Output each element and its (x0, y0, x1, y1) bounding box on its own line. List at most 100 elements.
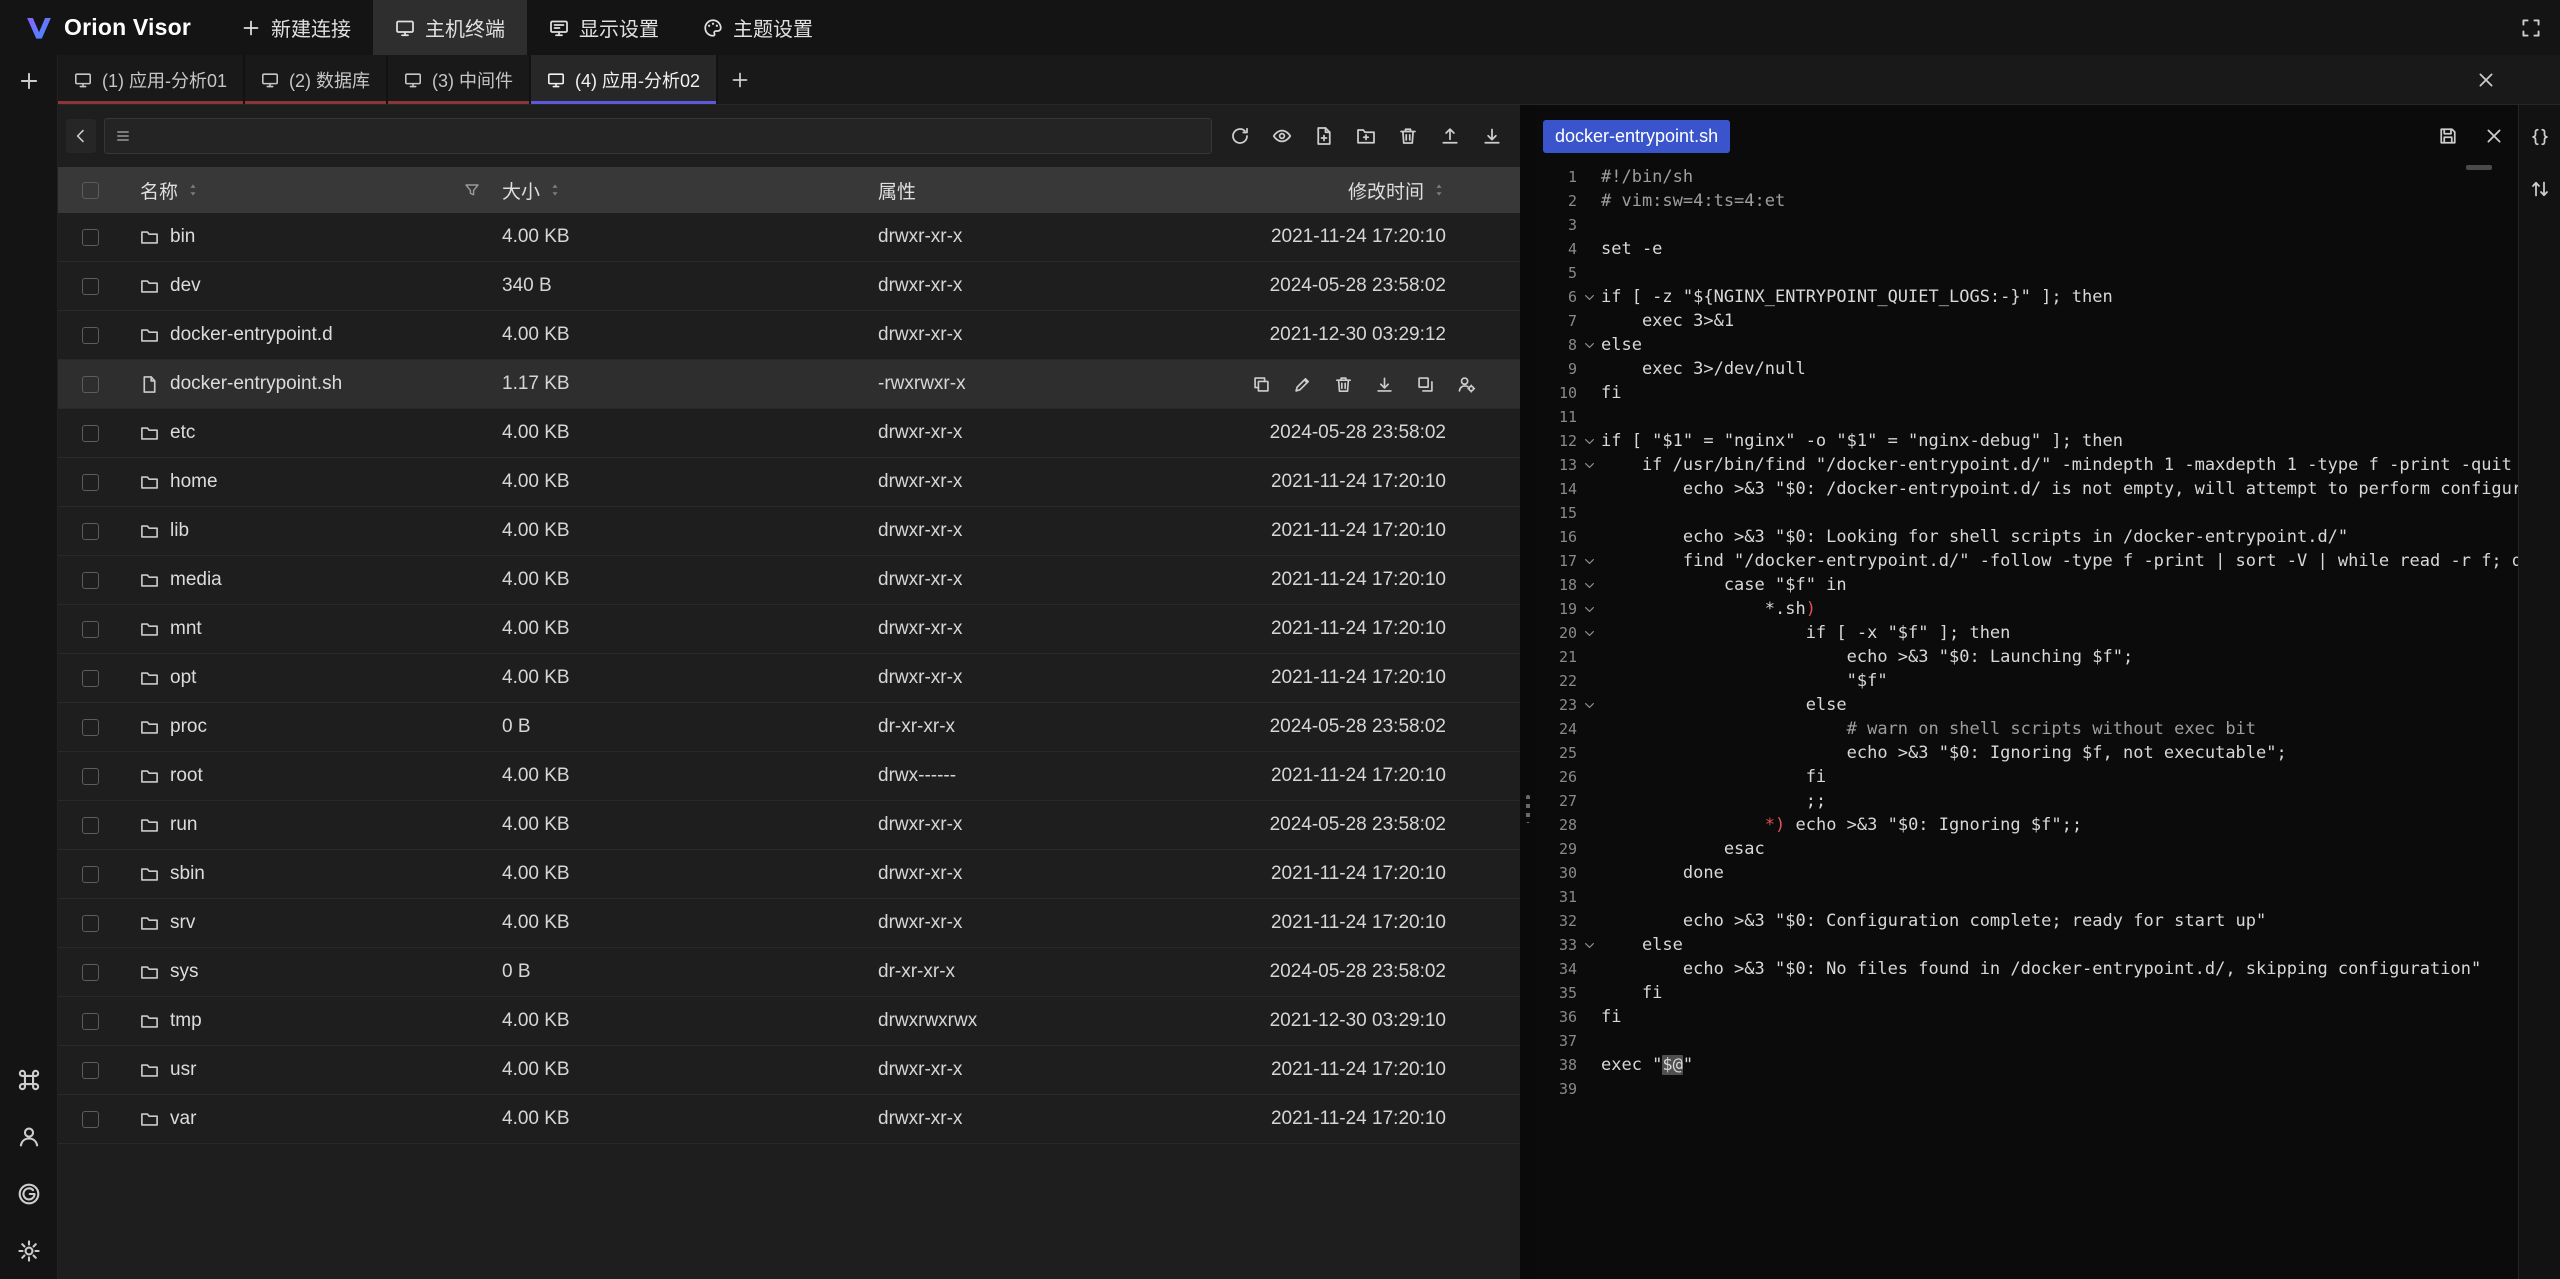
row-checkbox[interactable] (82, 1062, 99, 1079)
delete-icon[interactable] (1334, 375, 1353, 394)
fold-icon[interactable] (1583, 603, 1596, 616)
code-line[interactable]: 30 done (1535, 861, 2518, 885)
row-checkbox[interactable] (82, 866, 99, 883)
fold-icon[interactable] (1583, 555, 1596, 568)
back-button[interactable] (66, 119, 96, 153)
code-line[interactable]: 37 (1535, 1029, 2518, 1053)
upload-icon[interactable] (1440, 126, 1460, 146)
file-row[interactable]: bin4.00 KBdrwxr-xr-x2021-11-24 17:20:10 (58, 213, 1520, 262)
code-line[interactable]: 33 else (1535, 933, 2518, 957)
fold-icon[interactable] (1583, 579, 1596, 592)
code-line[interactable]: 32 echo >&3 "$0: Configuration complete;… (1535, 909, 2518, 933)
refresh-icon[interactable] (1230, 126, 1250, 146)
terminal-tab-2[interactable]: (2) 数据库 (245, 55, 388, 104)
nav-host-terminal[interactable]: 主机终端 (373, 0, 527, 55)
row-checkbox[interactable] (82, 915, 99, 932)
code-line[interactable]: 8else (1535, 333, 2518, 357)
panel-splitter[interactable] (1520, 105, 1535, 1279)
nav-display-settings[interactable]: 显示设置 (527, 0, 681, 55)
row-checkbox[interactable] (82, 523, 99, 540)
code-line[interactable]: 38exec "$@" (1535, 1053, 2518, 1077)
code-line[interactable]: 11 (1535, 405, 2518, 429)
path-input[interactable] (104, 118, 1212, 154)
file-row[interactable]: mnt4.00 KBdrwxr-xr-x2021-11-24 17:20:10 (58, 605, 1520, 654)
code-line[interactable]: 36fi (1535, 1005, 2518, 1029)
code-line[interactable]: 5 (1535, 261, 2518, 285)
editor-scrollbar-thumb[interactable] (2466, 165, 2492, 170)
file-row[interactable]: opt4.00 KBdrwxr-xr-x2021-11-24 17:20:10 (58, 654, 1520, 703)
code-line[interactable]: 25 echo >&3 "$0: Ignoring $f, not execut… (1535, 741, 2518, 765)
fold-icon[interactable] (1583, 627, 1596, 640)
column-mtime[interactable]: 修改时间 (1348, 177, 1424, 204)
delete-icon[interactable] (1398, 126, 1418, 146)
download-icon[interactable] (1375, 375, 1394, 394)
code-editor[interactable]: 1#!/bin/sh2# vim:sw=4:ts=4:et34set -e56i… (1535, 163, 2518, 1279)
code-line[interactable]: 4set -e (1535, 237, 2518, 261)
file-row[interactable]: media4.00 KBdrwxr-xr-x2021-11-24 17:20:1… (58, 556, 1520, 605)
file-row[interactable]: tmp4.00 KBdrwxrwxrwx2021-12-30 03:29:10 (58, 997, 1520, 1046)
code-line[interactable]: 9 exec 3>/dev/null (1535, 357, 2518, 381)
profile-icon[interactable] (17, 1125, 41, 1149)
path-list-icon[interactable] (115, 128, 131, 144)
file-row[interactable]: etc4.00 KBdrwxr-xr-x2024-05-28 23:58:02 (58, 409, 1520, 458)
fold-icon[interactable] (1583, 435, 1596, 448)
row-checkbox[interactable] (82, 474, 99, 491)
row-checkbox[interactable] (82, 327, 99, 344)
code-line[interactable]: 24 # warn on shell scripts without exec … (1535, 717, 2518, 741)
sort-size-icon[interactable] (548, 183, 562, 197)
file-row[interactable]: root4.00 KBdrwx------2021-11-24 17:20:10 (58, 752, 1520, 801)
editor-close-icon[interactable] (2484, 126, 2504, 146)
code-line[interactable]: 39 (1535, 1077, 2518, 1101)
code-line[interactable]: 13 if /usr/bin/find "/docker-entrypoint.… (1535, 453, 2518, 477)
permission-icon[interactable] (1457, 375, 1476, 394)
file-row[interactable]: dev340 Bdrwxr-xr-x2024-05-28 23:58:02 (58, 262, 1520, 311)
terminal-tab-1[interactable]: (1) 应用-分析01 (58, 55, 245, 104)
sort-name-icon[interactable] (186, 183, 200, 197)
sort-mtime-icon[interactable] (1432, 183, 1446, 197)
file-row[interactable]: proc0 Bdr-xr-xr-x2024-05-28 23:58:02 (58, 703, 1520, 752)
terminal-tab-3[interactable]: (3) 中间件 (388, 55, 531, 104)
code-line[interactable]: 12if [ "$1" = "nginx" -o "$1" = "nginx-d… (1535, 429, 2518, 453)
copy-icon[interactable] (1252, 375, 1271, 394)
code-line[interactable]: 15 (1535, 501, 2518, 525)
code-line[interactable]: 14 echo >&3 "$0: /docker-entrypoint.d/ i… (1535, 477, 2518, 501)
row-checkbox[interactable] (82, 278, 99, 295)
code-line[interactable]: 31 (1535, 885, 2518, 909)
file-row[interactable]: run4.00 KBdrwxr-xr-x2024-05-28 23:58:02 (58, 801, 1520, 850)
row-checkbox[interactable] (82, 719, 99, 736)
row-checkbox[interactable] (82, 425, 99, 442)
new-connection-icon[interactable] (18, 70, 40, 92)
open-file-tab[interactable]: docker-entrypoint.sh (1543, 120, 1730, 153)
preview-icon[interactable] (1272, 126, 1292, 146)
settings-icon[interactable] (17, 1239, 41, 1263)
add-tab-icon[interactable] (730, 70, 750, 90)
code-line[interactable]: 35 fi (1535, 981, 2518, 1005)
column-size[interactable]: 大小 (502, 177, 540, 204)
select-all-checkbox[interactable] (82, 182, 99, 199)
file-row[interactable]: srv4.00 KBdrwxr-xr-x2021-11-24 17:20:10 (58, 899, 1520, 948)
new-folder-icon[interactable] (1356, 126, 1376, 146)
terminal-tab-4[interactable]: (4) 应用-分析02 (531, 55, 718, 104)
duplicate-icon[interactable] (1416, 375, 1435, 394)
row-checkbox[interactable] (82, 621, 99, 638)
file-row[interactable]: docker-entrypoint.d4.00 KBdrwxr-xr-x2021… (58, 311, 1520, 360)
file-row[interactable]: home4.00 KBdrwxr-xr-x2021-11-24 17:20:10 (58, 458, 1520, 507)
row-checkbox[interactable] (82, 572, 99, 589)
close-panel-icon[interactable] (2476, 70, 2496, 90)
code-line[interactable]: 28 *) echo >&3 "$0: Ignoring $f";; (1535, 813, 2518, 837)
code-line[interactable]: 17 find "/docker-entrypoint.d/" -follow … (1535, 549, 2518, 573)
file-row[interactable]: sbin4.00 KBdrwxr-xr-x2021-11-24 17:20:10 (58, 850, 1520, 899)
code-line[interactable]: 26 fi (1535, 765, 2518, 789)
splitter-grip[interactable] (1526, 795, 1530, 823)
code-line[interactable]: 22 "$f" (1535, 669, 2518, 693)
code-line[interactable]: 29 esac (1535, 837, 2518, 861)
save-icon[interactable] (2438, 126, 2458, 146)
community-icon[interactable] (17, 1182, 41, 1206)
code-line[interactable]: 27 ;; (1535, 789, 2518, 813)
row-checkbox[interactable] (82, 768, 99, 785)
fold-icon[interactable] (1583, 291, 1596, 304)
code-line[interactable]: 7 exec 3>&1 (1535, 309, 2518, 333)
file-row[interactable]: usr4.00 KBdrwxr-xr-x2021-11-24 17:20:10 (58, 1046, 1520, 1095)
file-row[interactable]: sys0 Bdr-xr-xr-x2024-05-28 23:58:02 (58, 948, 1520, 997)
code-line[interactable]: 2# vim:sw=4:ts=4:et (1535, 189, 2518, 213)
